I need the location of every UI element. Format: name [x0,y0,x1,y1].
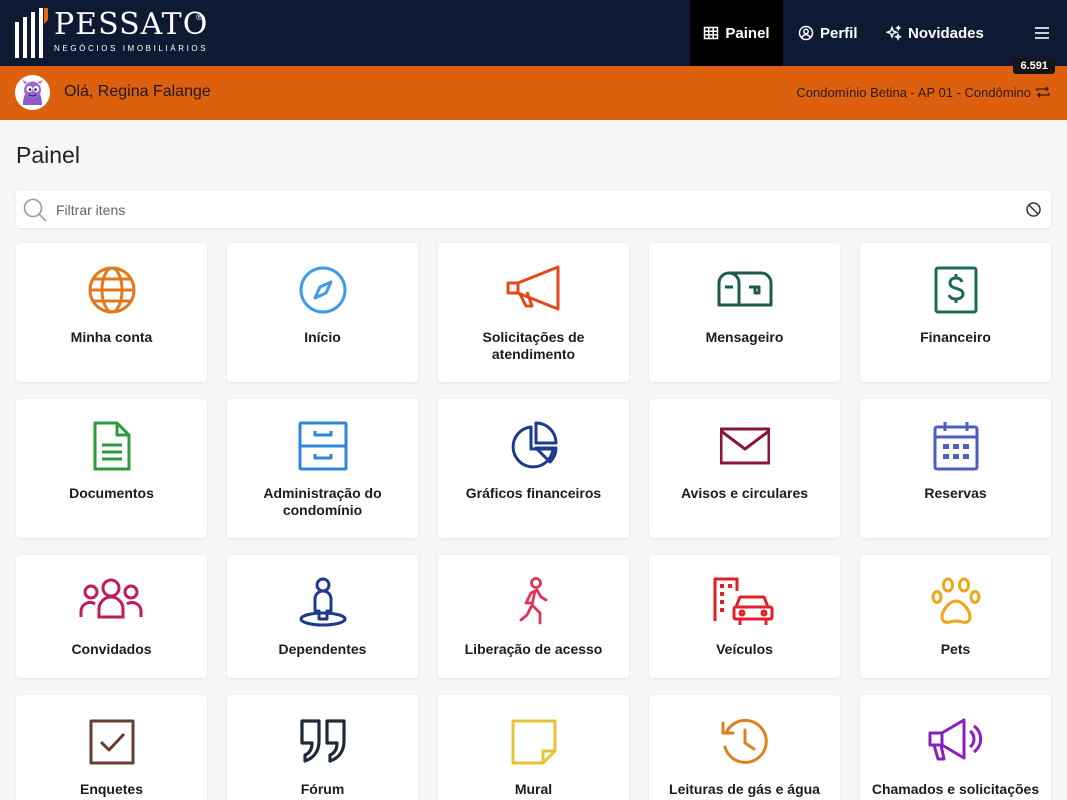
filter-input[interactable] [56,199,1016,221]
quote-icon [300,719,346,763]
brand-registered-mark: ® [196,12,203,22]
tile-label: Documentos [69,485,154,501]
tile-label: Início [304,329,341,345]
logo-bars-icon [15,8,48,58]
brand-logo[interactable]: PESSATO ® NEGÓCIOS IMOBILIÁRIOS [14,6,224,60]
nav-novidades-label: Novidades [908,24,984,42]
tile-label: Leituras de gás e água [669,781,820,797]
walking-icon [519,577,548,625]
tile-label: Dependentes [278,641,367,657]
tile-solicitacoes-atendimento[interactable]: Solicitações de atendimento [438,243,629,382]
tile-label: Avisos e circulares [680,485,809,501]
nav-novidades[interactable]: Novidades [886,0,986,66]
tile-label: Mural [514,781,553,797]
tile-inicio[interactable]: Início [227,243,418,382]
tile-enquetes[interactable]: Enquetes [16,695,207,800]
monster-avatar-icon [15,75,50,110]
tile-liberacao-acesso[interactable]: Liberação de acesso [438,555,629,678]
tile-label: Financeiro [920,329,991,345]
brand-tagline: NEGÓCIOS IMOBILIÁRIOS [54,44,209,53]
tile-label: Liberação de acesso [464,641,603,657]
clear-filter-icon[interactable] [1025,201,1042,218]
tile-leituras-gas-agua[interactable]: Leituras de gás e água [649,695,840,800]
hamburger-icon [1035,27,1049,39]
tile-avisos-circulares[interactable]: Avisos e circulares [649,399,840,538]
page-title: Painel [16,142,80,168]
tile-label: Enquetes [79,781,143,797]
nav-perfil-label: Perfil [820,24,858,42]
brand-name: PESSATO [54,7,209,42]
tile-label: Solicitações de atendimento [482,329,585,362]
sticky-note-icon [511,719,557,765]
sparkles-icon [886,25,902,41]
paw-icon [931,577,981,624]
dollar-icon [934,266,978,314]
globe-icon [88,266,136,314]
filter-bar [16,191,1051,228]
main-content: Painel Minha conta Início Solicitações d… [0,120,1067,800]
tile-minha-conta[interactable]: Minha conta [16,243,207,382]
tile-label: Minha conta [70,329,153,345]
car-building-icon [713,577,774,625]
tile-convidados[interactable]: Convidados [16,555,207,678]
tile-documentos[interactable]: Documentos [16,399,207,538]
nav-perfil[interactable]: Perfil [798,0,868,66]
tile-veiculos[interactable]: Veículos [649,555,840,678]
tile-label: Mensageiro [705,329,784,345]
document-icon [93,421,131,471]
tile-forum[interactable]: Fórum [227,695,418,800]
swap-icon[interactable] [1035,85,1051,99]
avatar[interactable] [15,75,50,110]
condo-selector[interactable]: Condomínio Betina - AP 01 - Condômino [796,85,1031,100]
tile-mensageiro[interactable]: Mensageiro [649,243,840,382]
nav-painel-label: Painel [725,24,770,42]
user-bar: Olá, Regina Falange Condomínio Betina - … [0,58,1067,120]
file-cabinet-icon [298,421,348,471]
greeting-text: Olá, Regina Falange [64,83,211,100]
tile-label: Chamados e solicitações [871,781,1040,797]
compass-icon [299,266,347,314]
megaphone-icon [928,718,983,761]
pie-chart-icon [511,421,558,469]
group-icon [79,578,143,619]
tile-administracao-condominio[interactable]: Administração do condomínio [227,399,418,538]
counter-badge: 6.591 [1013,58,1055,74]
calendar-icon [933,422,979,471]
hamburger-menu-button[interactable] [1034,0,1054,66]
tile-reservas[interactable]: Reservas [860,399,1051,538]
tile-label: Pets [940,641,971,657]
tile-label: Reservas [924,485,987,501]
tile-label: Convidados [71,641,152,657]
grid-table-icon [704,26,719,40]
tile-pets[interactable]: Pets [860,555,1051,678]
mailbox-icon [717,271,773,307]
tile-label: Fórum [300,781,345,797]
tile-label: Veículos [716,641,773,657]
tile-chamados-solicitacoes[interactable]: Chamados e solicitações [860,695,1051,800]
tile-label: Administração do condomínio [263,485,382,518]
tile-label: Gráficos financeiros [465,485,602,501]
search-icon [23,198,47,222]
envelope-icon [720,427,770,465]
tile-mural[interactable]: Mural [438,695,629,800]
tile-dependentes[interactable]: Dependentes [227,555,418,678]
user-circle-icon [798,25,814,41]
person-pin-icon [299,577,347,627]
top-navbar: PESSATO ® NEGÓCIOS IMOBILIÁRIOS Painel P… [0,0,1067,66]
tile-financeiro[interactable]: Financeiro [860,243,1051,382]
tile-graficos-financeiros[interactable]: Gráficos financeiros [438,399,629,538]
nav-painel[interactable]: Painel [690,0,783,66]
history-icon [721,718,768,764]
megaphone-icon [506,265,560,311]
checkbox-icon [89,719,135,765]
